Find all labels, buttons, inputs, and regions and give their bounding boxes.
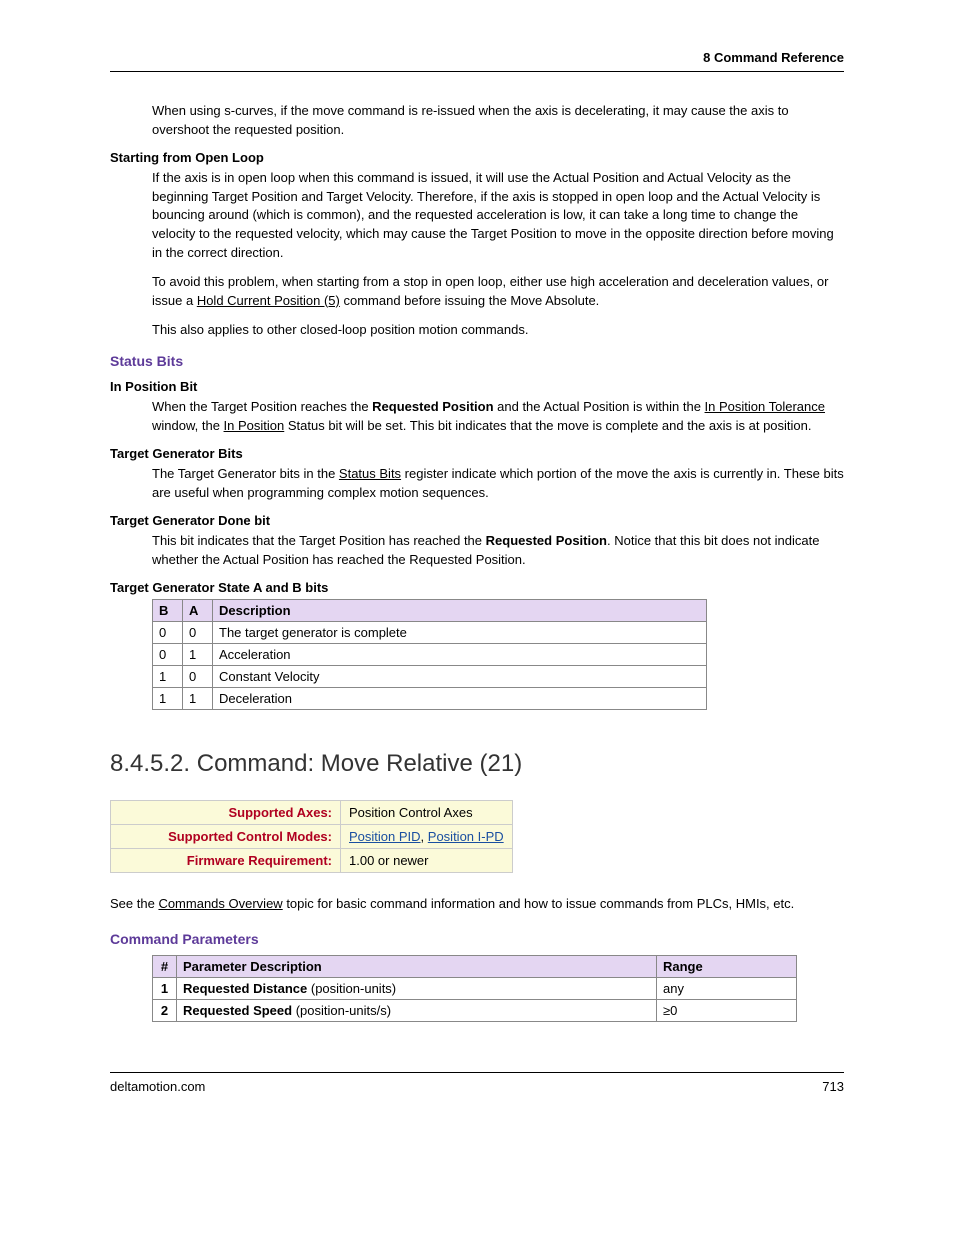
param-table: # Parameter Description Range 1 Requeste… (152, 955, 797, 1022)
body-text: See the Commands Overview topic for basi… (110, 895, 844, 914)
subheading-in-position: In Position Bit (110, 379, 844, 394)
info-value: Position Control Axes (341, 800, 513, 824)
table-row: 2 Requested Speed (position-units/s) ≥0 (153, 1000, 797, 1022)
info-row: Supported Axes: Position Control Axes (111, 800, 513, 824)
body-text: The Target Generator bits in the Status … (152, 465, 844, 503)
cell: 0 (183, 621, 213, 643)
body-text: When the Target Position reaches the Req… (152, 398, 844, 436)
cell: 1 (153, 665, 183, 687)
cell: The target generator is complete (213, 621, 707, 643)
cell: Deceleration (213, 687, 707, 709)
table-row: 1 0 Constant Velocity (153, 665, 707, 687)
subheading-tg-bits: Target Generator Bits (110, 446, 844, 461)
param-units: (position-units) (307, 981, 396, 996)
footer-left: deltamotion.com (110, 1079, 205, 1094)
col-num: # (153, 956, 177, 978)
param-name: Requested Distance (183, 981, 307, 996)
info-value: Position PID, Position I-PD (341, 824, 513, 848)
body-text: If the axis is in open loop when this co… (152, 169, 844, 263)
cell: 2 (153, 1000, 177, 1022)
param-units: (position-units/s) (292, 1003, 391, 1018)
text: topic for basic command information and … (283, 896, 795, 911)
info-label: Supported Axes: (111, 800, 341, 824)
page-footer: deltamotion.com 713 (110, 1072, 844, 1094)
heading-command-parameters: Command Parameters (110, 931, 844, 947)
link-position-pid[interactable]: Position PID (349, 829, 421, 844)
heading-status-bits: Status Bits (110, 353, 844, 369)
state-table: B A Description 0 0 The target generator… (152, 599, 707, 710)
body-text: When using s-curves, if the move command… (152, 102, 844, 140)
page: 8 Command Reference When using s-curves,… (0, 0, 954, 1134)
link-position-ipd[interactable]: Position I-PD (428, 829, 504, 844)
body-text: To avoid this problem, when starting fro… (152, 273, 844, 311)
link-in-position[interactable]: In Position (224, 418, 285, 433)
col-desc: Parameter Description (177, 956, 657, 978)
table-header-row: # Parameter Description Range (153, 956, 797, 978)
subheading-tg-state-ab: Target Generator State A and B bits (110, 580, 844, 595)
link-commands-overview[interactable]: Commands Overview (158, 896, 282, 911)
text: The Target Generator bits in the (152, 466, 339, 481)
text: and the Actual Position is within the (494, 399, 705, 414)
text-bold: Requested Position (372, 399, 493, 414)
cell: Acceleration (213, 643, 707, 665)
body-text: This bit indicates that the Target Posit… (152, 532, 844, 570)
text: When the Target Position reaches the (152, 399, 372, 414)
col-range: Range (657, 956, 797, 978)
table-row: 0 1 Acceleration (153, 643, 707, 665)
link-in-position-tolerance[interactable]: In Position Tolerance (705, 399, 825, 414)
table-row: 1 1 Deceleration (153, 687, 707, 709)
info-row: Supported Control Modes: Position PID, P… (111, 824, 513, 848)
text: , (421, 829, 428, 844)
cell: 1 (153, 978, 177, 1000)
cell: Constant Velocity (213, 665, 707, 687)
col-a: A (183, 599, 213, 621)
text: Status bit will be set. This bit indicat… (284, 418, 811, 433)
header-rule (110, 71, 844, 72)
text: command before issuing the Move Absolute… (340, 293, 599, 308)
cell: 1 (183, 687, 213, 709)
text: This bit indicates that the Target Posit… (152, 533, 486, 548)
text-bold: Requested Position (486, 533, 607, 548)
cell: 0 (183, 665, 213, 687)
cell: 0 (153, 621, 183, 643)
body-text: This also applies to other closed-loop p… (152, 321, 844, 340)
heading-command-move-relative: 8.4.5.2. Command: Move Relative (21) (110, 750, 844, 778)
cell: ≥0 (657, 1000, 797, 1022)
footer-right: 713 (822, 1079, 844, 1094)
table-row: 1 Requested Distance (position-units) an… (153, 978, 797, 1000)
cell: 0 (153, 643, 183, 665)
text: See the (110, 896, 158, 911)
param-name: Requested Speed (183, 1003, 292, 1018)
col-desc: Description (213, 599, 707, 621)
info-row: Firmware Requirement: 1.00 or newer (111, 848, 513, 872)
command-info-box: Supported Axes: Position Control Axes Su… (110, 800, 513, 873)
col-b: B (153, 599, 183, 621)
link-hold-current-position[interactable]: Hold Current Position (5) (197, 293, 340, 308)
link-status-bits[interactable]: Status Bits (339, 466, 401, 481)
info-value: 1.00 or newer (341, 848, 513, 872)
text: window, the (152, 418, 224, 433)
cell: Requested Distance (position-units) (177, 978, 657, 1000)
cell: Requested Speed (position-units/s) (177, 1000, 657, 1022)
cell: 1 (183, 643, 213, 665)
info-label: Supported Control Modes: (111, 824, 341, 848)
table-header-row: B A Description (153, 599, 707, 621)
subheading-open-loop: Starting from Open Loop (110, 150, 844, 165)
subheading-tg-done: Target Generator Done bit (110, 513, 844, 528)
cell: 1 (153, 687, 183, 709)
page-header: 8 Command Reference (110, 50, 844, 65)
table-row: 0 0 The target generator is complete (153, 621, 707, 643)
cell: any (657, 978, 797, 1000)
info-label: Firmware Requirement: (111, 848, 341, 872)
